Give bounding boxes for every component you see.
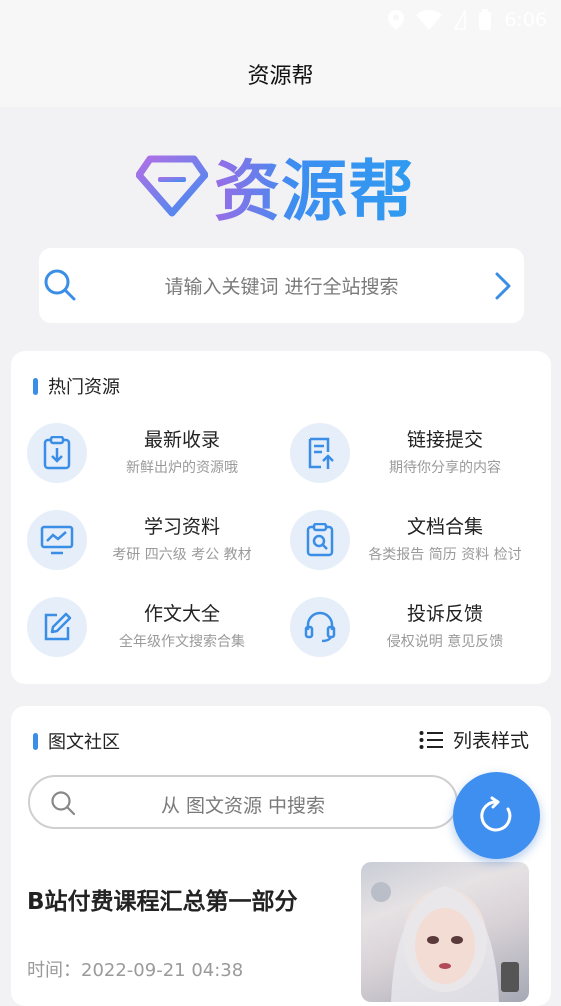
grid-item-title: 作文大全 <box>143 603 220 625</box>
monitor-chart-icon <box>27 510 87 570</box>
grid-item-documents[interactable]: 文档合集 各类报告 简历 资料 检讨 <box>290 510 545 590</box>
search-input[interactable]: 请输入关键词 进行全站搜索 <box>39 272 524 299</box>
refresh-icon <box>479 796 511 831</box>
community-title: 图文社区 <box>33 728 120 754</box>
grid-item-title: 学习资料 <box>143 516 220 538</box>
community-search-placeholder: 从 图文资源 中搜索 <box>160 795 326 817</box>
app-logo: 资源帮 <box>136 150 415 230</box>
thumbnail-image <box>371 882 519 1002</box>
app-bar: 资源帮 <box>0 40 561 107</box>
grid-item-subtitle: 侵权说明 意见反馈 <box>386 634 504 650</box>
community-search-input[interactable]: 从 图文资源 中搜索 <box>28 775 458 829</box>
hot-resources-title: 热门资源 <box>33 373 120 399</box>
grid-item-subtitle: 考研 四六级 考公 教材 <box>112 547 252 563</box>
title-accent-bar <box>33 377 38 395</box>
grid-item-subtitle: 各类报告 简历 资料 检讨 <box>368 547 522 563</box>
refresh-button[interactable] <box>453 772 540 859</box>
grid-item-title: 最新收录 <box>143 429 220 451</box>
post-title[interactable]: B站付费课程汇总第一部分 <box>27 882 298 916</box>
grid-item-submit-link[interactable]: 链接提交 期待你分享的内容 <box>290 423 545 503</box>
list-icon <box>419 730 443 749</box>
logo-text: 资源帮 <box>214 138 415 234</box>
edit-icon <box>27 597 87 657</box>
chevron-right-icon[interactable] <box>494 272 512 300</box>
grid-item-title: 投诉反馈 <box>406 603 483 625</box>
grid-item-feedback[interactable]: 投诉反馈 侵权说明 意见反馈 <box>290 597 545 677</box>
battery-icon <box>479 9 492 30</box>
grid-item-subtitle: 全年级作文搜索合集 <box>119 634 245 650</box>
grid-item-title: 链接提交 <box>406 429 483 451</box>
grid-item-subtitle: 期待你分享的内容 <box>389 460 501 476</box>
post-thumbnail[interactable] <box>361 862 529 1002</box>
hot-resources-card: 热门资源 最新收录 新鲜出炉的资源哦 链接提交 期待你分享的内容 学习资料 考研… <box>11 351 551 684</box>
clipboard-download-icon <box>27 423 87 483</box>
signal-icon <box>454 10 467 30</box>
community-card: 图文社区 列表样式 从 图文资源 中搜索 B站付费课程汇总第一部分 时间：202… <box>11 706 551 1006</box>
clipboard-search-icon <box>290 510 350 570</box>
post-time: 时间：2022-09-21 04:38 <box>27 960 244 981</box>
title-accent-bar <box>33 732 38 750</box>
grid-item-subtitle: 新鲜出炉的资源哦 <box>126 460 238 476</box>
status-time: 6:06 <box>504 9 547 31</box>
list-style-label: 列表样式 <box>452 730 529 752</box>
document-upload-icon <box>290 423 350 483</box>
wifi-icon <box>416 10 443 30</box>
status-icons: 6:06 <box>388 8 547 32</box>
page-title: 资源帮 <box>247 63 314 89</box>
grid-item-essays[interactable]: 作文大全 全年级作文搜索合集 <box>27 597 282 677</box>
status-bar: 6:06 <box>0 0 561 40</box>
grid-item-latest[interactable]: 最新收录 新鲜出炉的资源哦 <box>27 423 282 503</box>
headset-icon <box>290 597 350 657</box>
grid-item-title: 文档合集 <box>406 516 483 538</box>
grid-item-study[interactable]: 学习资料 考研 四六级 考公 教材 <box>27 510 282 590</box>
diamond-logo-icon <box>136 155 208 217</box>
global-search-bar[interactable]: 请输入关键词 进行全站搜索 <box>39 248 524 323</box>
list-style-toggle[interactable]: 列表样式 <box>419 726 529 753</box>
location-icon <box>388 10 405 30</box>
